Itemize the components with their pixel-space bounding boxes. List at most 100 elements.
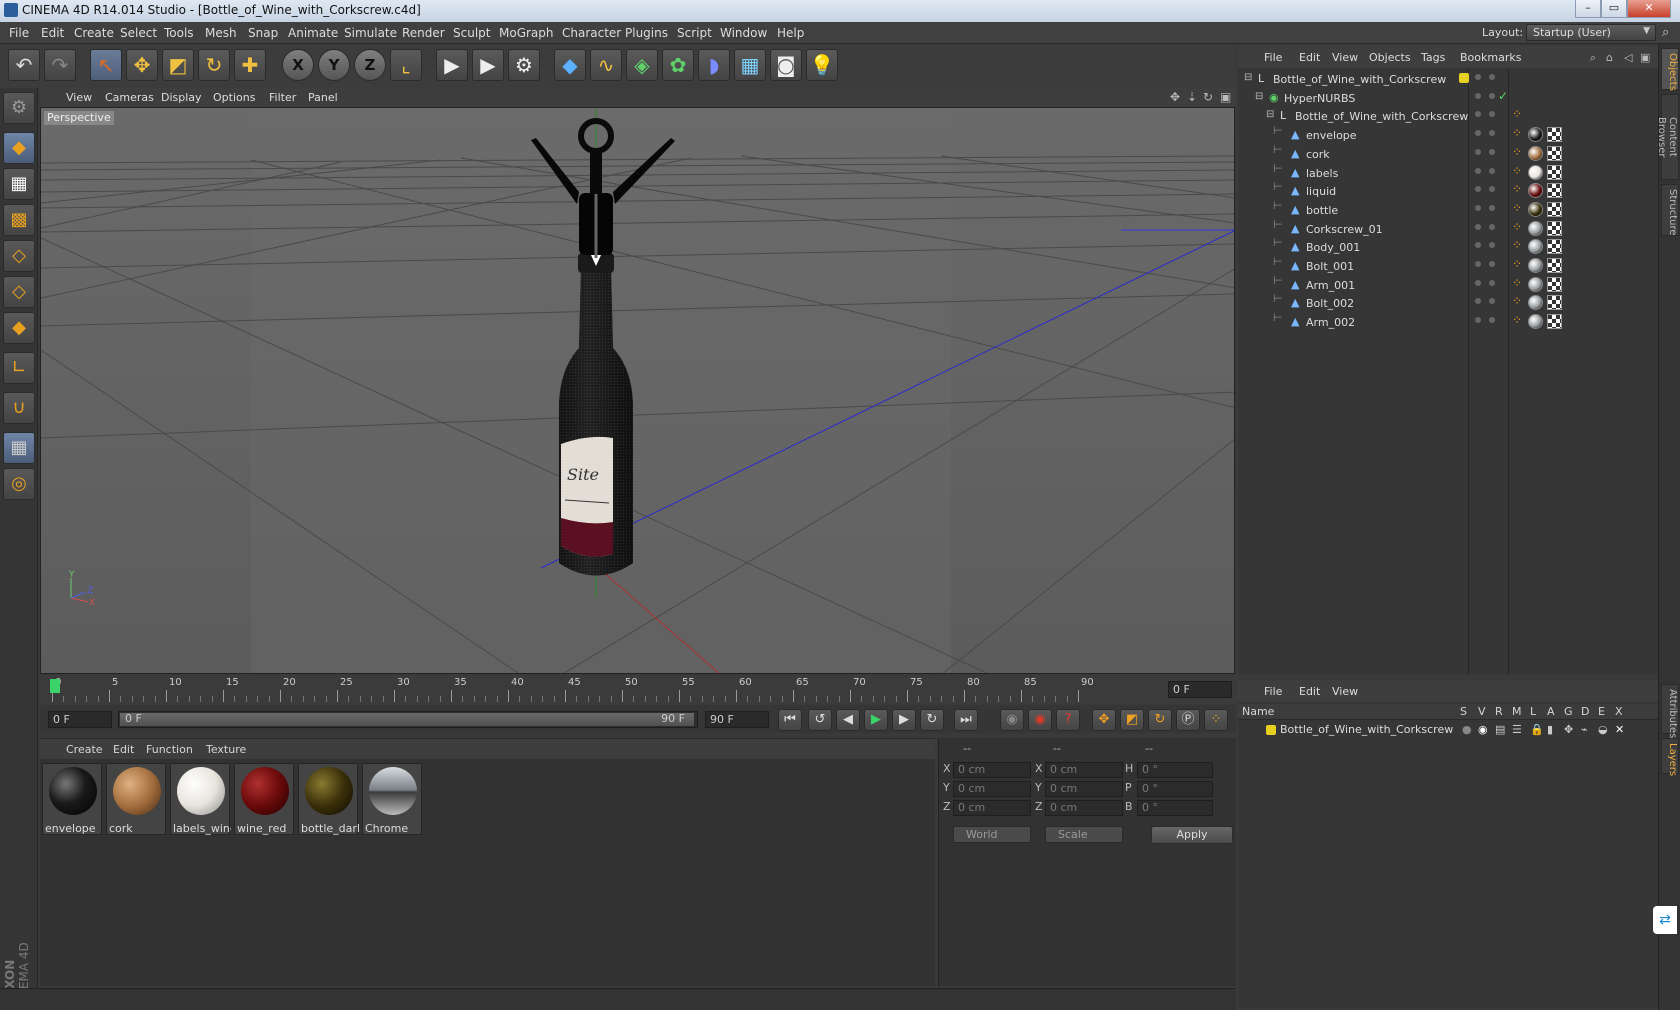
phong-tag-icon[interactable]: ⁘ — [1512, 107, 1522, 121]
autokeying-icon[interactable]: ◉ — [1028, 709, 1052, 731]
cube-primitive-icon[interactable]: ◆ — [554, 49, 586, 81]
tab-attributes[interactable]: Attributes — [1661, 684, 1679, 738]
editor-visibility-dot[interactable] — [1475, 317, 1481, 324]
deformers-icon[interactable]: ⌁ — [1581, 723, 1588, 736]
object-name[interactable]: Arm_001 — [1306, 279, 1355, 292]
render-visibility-dot[interactable] — [1489, 111, 1495, 118]
editor-visibility-dot[interactable] — [1475, 261, 1481, 267]
planar-workplane-icon[interactable]: ◎ — [3, 468, 35, 500]
apply-button[interactable]: Apply — [1151, 826, 1233, 844]
maximize-button[interactable]: ▭ — [1601, 0, 1627, 18]
object-tree-row[interactable]: ⊢ ▲ Corkscrew_01 ⁘ — [1238, 218, 1658, 240]
viewport-menu-display[interactable]: Display — [161, 91, 202, 104]
layer-col-s[interactable]: S — [1460, 705, 1467, 718]
x-axis-lock[interactable]: X — [282, 49, 314, 81]
rotation-key-icon[interactable]: ↻ — [1148, 709, 1172, 731]
object-menu-objects[interactable]: Objects — [1369, 51, 1411, 64]
material-tag-icon[interactable] — [1528, 295, 1543, 311]
uvw-tag-icon[interactable] — [1547, 295, 1562, 311]
home-icon[interactable]: ⌂ — [1606, 51, 1613, 64]
editor-visibility-dot[interactable] — [1475, 74, 1481, 80]
workplane-lock-icon[interactable]: ▦ — [3, 432, 35, 464]
material-wine-red[interactable]: wine_red — [234, 763, 294, 835]
material-menu-texture[interactable]: Texture — [206, 743, 246, 756]
editor-visibility-dot[interactable] — [1475, 92, 1481, 99]
render-visibility-dot[interactable] — [1489, 204, 1495, 211]
phong-tag-icon[interactable]: ⁘ — [1512, 182, 1522, 196]
menu-file[interactable]: File — [9, 26, 29, 40]
next-key-button[interactable]: ↻ — [920, 709, 944, 731]
range-bar[interactable] — [120, 713, 694, 726]
render-visibility-dot[interactable] — [1489, 74, 1495, 80]
material-cork[interactable]: cork — [106, 763, 166, 835]
menu-create[interactable]: Create — [74, 26, 114, 40]
object-name[interactable]: Bolt_001 — [1306, 260, 1354, 273]
editor-visibility-dot[interactable] — [1475, 111, 1481, 118]
viewport-zoom-icon[interactable]: ⇣ — [1187, 90, 1197, 104]
size-z-field[interactable]: 0 cm — [1045, 800, 1123, 816]
phong-tag-icon[interactable]: ⁘ — [1512, 294, 1522, 308]
y-axis-lock[interactable]: Y — [318, 49, 350, 81]
menu-edit[interactable]: Edit — [41, 26, 64, 40]
render-view-icon[interactable]: ▶ — [436, 49, 468, 81]
object-name[interactable]: liquid — [1306, 185, 1336, 198]
point-level-key-icon[interactable]: ⁘ — [1204, 709, 1228, 731]
editor-visibility-dot[interactable] — [1475, 242, 1481, 249]
object-name[interactable]: envelope — [1306, 129, 1357, 142]
play-button[interactable]: ▶ — [864, 709, 888, 731]
phong-tag-icon[interactable]: ⁘ — [1512, 238, 1522, 252]
material-tag-icon[interactable] — [1528, 314, 1543, 330]
viewport-rotate-icon[interactable]: ↻ — [1203, 90, 1213, 104]
uvw-tag-icon[interactable] — [1547, 183, 1562, 199]
material-labels-wine[interactable]: labels_wine — [170, 763, 231, 835]
object-tree-row[interactable]: ⊢ ▲ liquid ⁘ — [1238, 180, 1658, 202]
render-visibility-dot[interactable] — [1489, 92, 1495, 99]
uvw-tag-icon[interactable] — [1547, 145, 1562, 161]
object-tree-row[interactable]: ⊟ L Bottle_of_Wine_with_Corkscrew — [1238, 70, 1658, 90]
position-key-icon[interactable]: ✥ — [1092, 709, 1116, 731]
material-tag-icon[interactable] — [1528, 276, 1543, 292]
light-icon[interactable]: 💡 — [806, 49, 838, 81]
object-name[interactable]: Arm_002 — [1306, 316, 1355, 329]
coordinate-space-dropdown[interactable]: World — [953, 826, 1031, 843]
expressions-icon[interactable]: ◒ — [1598, 723, 1608, 736]
phong-tag-icon[interactable]: ⁘ — [1512, 313, 1522, 327]
object-name[interactable]: cork — [1306, 148, 1330, 161]
menu-animate[interactable]: Animate — [288, 26, 338, 40]
floor-environment-icon[interactable]: ▦ — [734, 49, 766, 81]
start-frame-field[interactable]: 0 F — [48, 711, 112, 728]
texture-mode-icon[interactable]: ▦ — [3, 168, 35, 200]
layer-menu-edit[interactable]: Edit — [1299, 685, 1320, 698]
visible-in-editor-icon[interactable]: ◉ — [1478, 723, 1488, 736]
recent-tool[interactable]: ✚ — [234, 49, 266, 81]
rotate-tool[interactable]: ↻ — [198, 49, 230, 81]
minimize-button[interactable]: – — [1575, 0, 1601, 18]
layer-menu-view[interactable]: View — [1332, 685, 1358, 698]
menu-simulate[interactable]: Simulate — [344, 26, 397, 40]
array-icon[interactable]: ✿ — [662, 49, 694, 81]
render-visibility-dot[interactable] — [1489, 317, 1495, 324]
menu-help[interactable]: Help — [777, 26, 804, 40]
menu-mesh[interactable]: Mesh — [205, 26, 237, 40]
locked-icon[interactable]: 🔒 — [1530, 723, 1544, 736]
polygons-mode-icon[interactable]: ◆ — [3, 312, 35, 344]
timeline-ruler[interactable]: 051015202530354045505560657075808590 0 F — [40, 676, 1236, 704]
size-mode-dropdown[interactable]: Scale — [1045, 826, 1123, 843]
render-visibility-dot[interactable] — [1489, 261, 1495, 267]
visible-in-render-icon[interactable]: ▤ — [1495, 723, 1505, 736]
go-to-end-button[interactable]: ⏭ — [954, 709, 978, 731]
object-menu-view[interactable]: View — [1332, 51, 1358, 64]
solo-icon[interactable]: ● — [1462, 723, 1472, 736]
material-menu-create[interactable]: Create — [66, 743, 103, 756]
editor-visibility-dot[interactable] — [1475, 148, 1481, 155]
layer-row[interactable]: Bottle_of_Wine_with_Corkscrew ● ◉ ▤ ☰ 🔒 … — [1238, 721, 1658, 739]
tab-layers[interactable]: Layers — [1661, 738, 1679, 776]
current-frame-field[interactable]: 0 F — [1168, 681, 1232, 698]
animation-icon[interactable]: ▮ — [1547, 723, 1553, 736]
object-tree-row[interactable]: ⊢ ▲ envelope ⁘ — [1238, 124, 1658, 146]
menu-select[interactable]: Select — [120, 26, 157, 40]
workplane-mode-icon[interactable]: ▩ — [3, 204, 35, 236]
object-tree-row[interactable]: ⊢ ▲ Arm_001 ⁘ — [1238, 274, 1658, 296]
render-visibility-dot[interactable] — [1489, 130, 1495, 137]
next-frame-button[interactable]: ▶ — [892, 709, 916, 731]
